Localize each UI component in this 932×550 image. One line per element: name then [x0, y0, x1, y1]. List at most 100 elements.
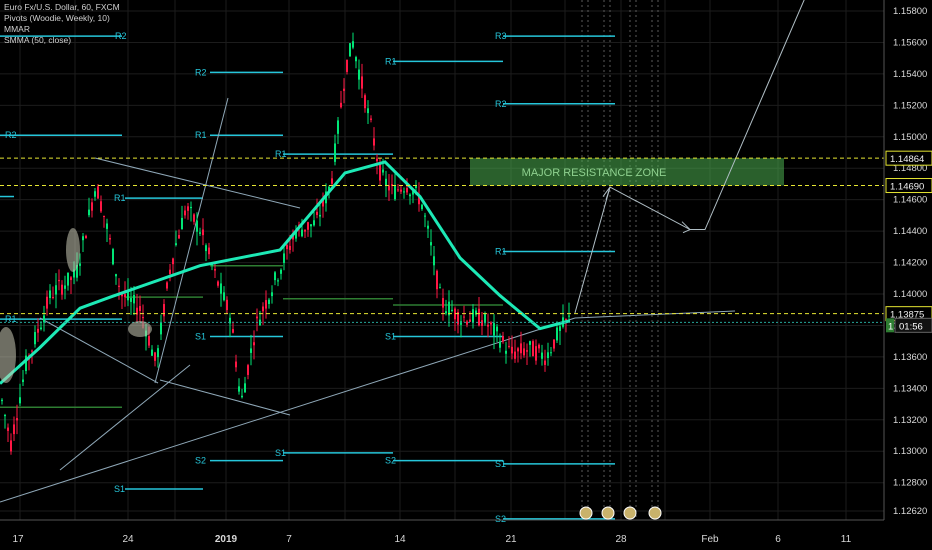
candle-body [445, 311, 447, 314]
candle-body [1, 399, 3, 402]
pivot-label: R2 [495, 99, 507, 109]
indicator-pivots[interactable]: Pivots (Woodie, Weekly, 10) [4, 13, 120, 24]
event-marker-icon [648, 506, 662, 520]
candle-body [184, 210, 186, 216]
candle-body [208, 247, 210, 255]
candle-body [478, 308, 480, 326]
major-resistance-zone[interactable]: MAJOR RESISTANCE ZONE [470, 158, 784, 186]
price-tick-label: 1.13400 [893, 383, 927, 394]
candle-body [253, 342, 255, 346]
price-tick-label: 1.14400 [893, 226, 927, 237]
candle-body [406, 188, 408, 193]
candle-body [235, 361, 237, 368]
price-tick-label: 1.14200 [893, 258, 927, 269]
candle-body [286, 244, 288, 250]
candle-body [34, 332, 36, 345]
candle-body [442, 298, 444, 308]
candle-body [52, 296, 54, 298]
candle-body [472, 309, 474, 323]
candle-body [247, 365, 249, 375]
symbol-title[interactable]: Euro Fx/U.S. Dollar, 60, FXCM [4, 2, 120, 13]
candle-body [88, 209, 90, 216]
candle-body [43, 315, 45, 323]
candle-body [103, 215, 105, 218]
candle-body [49, 290, 51, 298]
candle-body [196, 220, 198, 232]
candle-body [4, 414, 6, 417]
countdown-label: 01:56 [899, 321, 923, 332]
candle-body [424, 215, 426, 217]
candle-body [460, 321, 462, 325]
chart-legend: Euro Fx/U.S. Dollar, 60, FXCM Pivots (Wo… [4, 2, 120, 46]
candle-body [181, 217, 183, 230]
pivot-label: S1 [114, 484, 125, 494]
candle-body [277, 280, 279, 282]
candle-body [79, 263, 81, 266]
candle-body [37, 328, 39, 333]
candle-body [94, 191, 96, 197]
candle-body [67, 272, 69, 286]
candle-body [283, 253, 285, 263]
price-tick-label: 1.13600 [893, 352, 927, 363]
candle-body [529, 341, 531, 345]
candle-body [169, 269, 171, 275]
candle-body [274, 272, 276, 281]
candle-body [115, 274, 117, 277]
candle-body [280, 269, 282, 274]
candle-body [415, 185, 417, 189]
candle-body [466, 321, 468, 325]
candle-body [517, 348, 519, 352]
candle-body [382, 169, 384, 173]
indicator-mmar[interactable]: MMAR [4, 24, 120, 35]
pivot-label: R2 [195, 67, 207, 77]
candle-body [358, 69, 360, 80]
candle-body [520, 343, 522, 354]
candle-body [538, 344, 540, 349]
candle-body [355, 57, 357, 62]
price-tick-label: 1.14000 [893, 289, 927, 300]
price-tick-label: 1.15000 [893, 132, 927, 143]
candle-body [82, 236, 84, 241]
price-label-text: 1.14690 [890, 182, 924, 193]
candle-body [220, 283, 222, 294]
candle-body [166, 282, 168, 289]
price-tick-label: 1.15400 [893, 69, 927, 80]
price-tick-label: 1.12620 [893, 506, 927, 517]
candle-body [244, 383, 246, 393]
candle-body [343, 88, 345, 91]
indicator-smma[interactable]: SMMA (50, close) [4, 35, 120, 46]
candle-body [262, 306, 264, 312]
candle-body [217, 281, 219, 286]
candle-body [250, 348, 252, 353]
candle-body [289, 245, 291, 250]
candle-body [301, 229, 303, 237]
candle-body [265, 300, 267, 309]
candle-body [550, 352, 552, 354]
event-marker-icon [601, 506, 615, 520]
time-tick-label: 7 [286, 534, 292, 545]
candle-body [568, 315, 570, 317]
event-marker-icon [579, 506, 593, 520]
candle-body [388, 185, 390, 191]
candle-body [340, 102, 342, 108]
candle-body [535, 346, 537, 361]
candle-body [19, 397, 21, 404]
candle-body [172, 258, 174, 265]
candle-body [193, 214, 195, 222]
candle-body [499, 341, 501, 348]
candle-body [307, 222, 309, 230]
candle-body [46, 296, 48, 309]
candle-body [232, 328, 234, 333]
price-axis[interactable]: 1.15800 1.15600 1.15400 1.15200 1.15000 1.148… [883, 0, 932, 550]
candle-body [526, 350, 528, 352]
price-chart[interactable]: R2R2R2 R1R1R1R1R3R2R1R1S1 S1S1S2 S2 S1S1S2 M… [0, 0, 932, 550]
event-marker-icon [623, 506, 637, 520]
candle-body [190, 206, 192, 209]
candle-body [10, 440, 12, 452]
pivot-label: S1 [275, 448, 286, 458]
candle-body [31, 350, 33, 352]
candle-body [421, 204, 423, 210]
candle-body [352, 41, 354, 48]
candle-body [469, 319, 471, 322]
candle-body [199, 232, 201, 234]
